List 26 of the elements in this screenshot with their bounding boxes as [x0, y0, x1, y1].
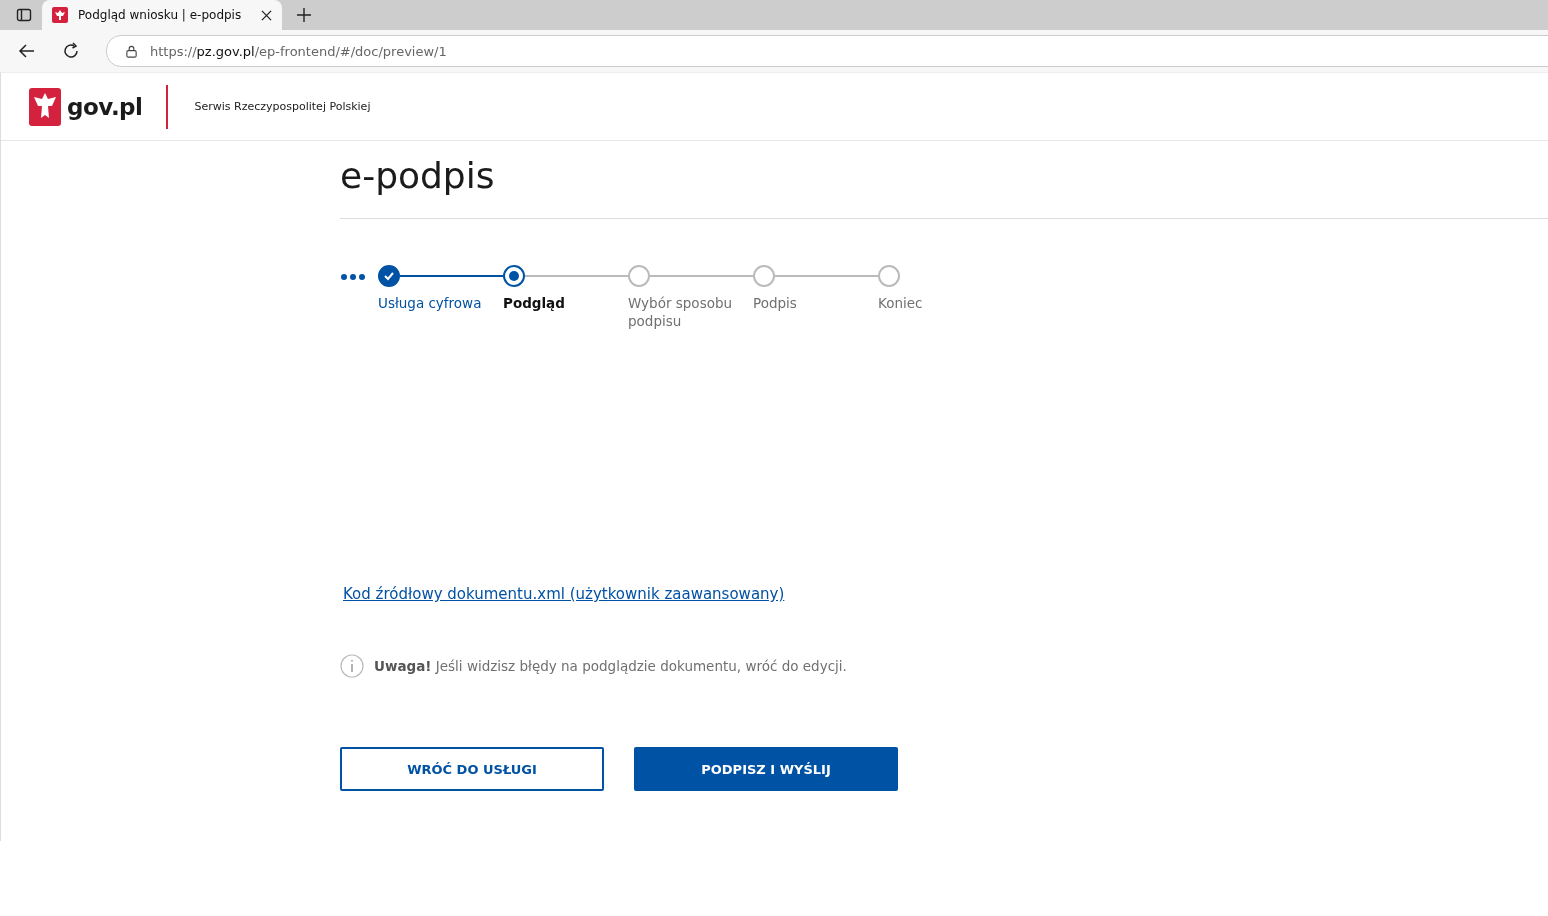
- warning-text: Uwaga! Jeśli widzisz błędy na podglądzie dokumentu, wróć do edycji.: [374, 658, 847, 674]
- step-label: Usługa cyfrowa: [378, 294, 483, 312]
- eagle-emblem-icon: [52, 7, 68, 23]
- new-tab-icon[interactable]: [296, 7, 312, 23]
- step-label: Podgląd: [503, 294, 566, 312]
- back-to-service-button[interactable]: WRÓĆ DO USŁUGI: [340, 747, 604, 791]
- tab-sidebar-icon[interactable]: [16, 7, 32, 23]
- more-steps-icon[interactable]: [340, 273, 366, 281]
- reload-icon[interactable]: [62, 42, 80, 60]
- close-icon[interactable]: [261, 9, 272, 21]
- url-text: https://pz.gov.pl/ep-frontend/#/doc/preview/1: [150, 43, 447, 59]
- info-icon: [340, 654, 364, 678]
- service-name: Serwis Rzeczypospolitej Polskiej: [194, 100, 371, 113]
- address-bar[interactable]: https://pz.gov.pl/ep-frontend/#/doc/preview/1: [106, 35, 1548, 67]
- sign-and-send-button[interactable]: PODPISZ I WYŚLIJ: [634, 747, 898, 791]
- step-label: Podpis: [753, 294, 798, 312]
- eagle-emblem-icon: [29, 87, 61, 126]
- lock-icon: [125, 44, 138, 58]
- page-title: e-podpis: [340, 155, 496, 198]
- step-label: Koniec: [878, 294, 924, 312]
- step-label: Wybór sposobu podpisu: [628, 294, 734, 330]
- tab-title: Podgląd wniosku | e-podpis: [78, 8, 243, 22]
- browser-tab[interactable]: Podgląd wniosku | e-podpis: [42, 0, 282, 30]
- back-arrow-icon[interactable]: [18, 42, 36, 60]
- source-code-link[interactable]: Kod źródłowy dokumentu.xml (użytkownik zaawansowany): [343, 585, 785, 603]
- logo-text[interactable]: gov.pl: [67, 93, 143, 120]
